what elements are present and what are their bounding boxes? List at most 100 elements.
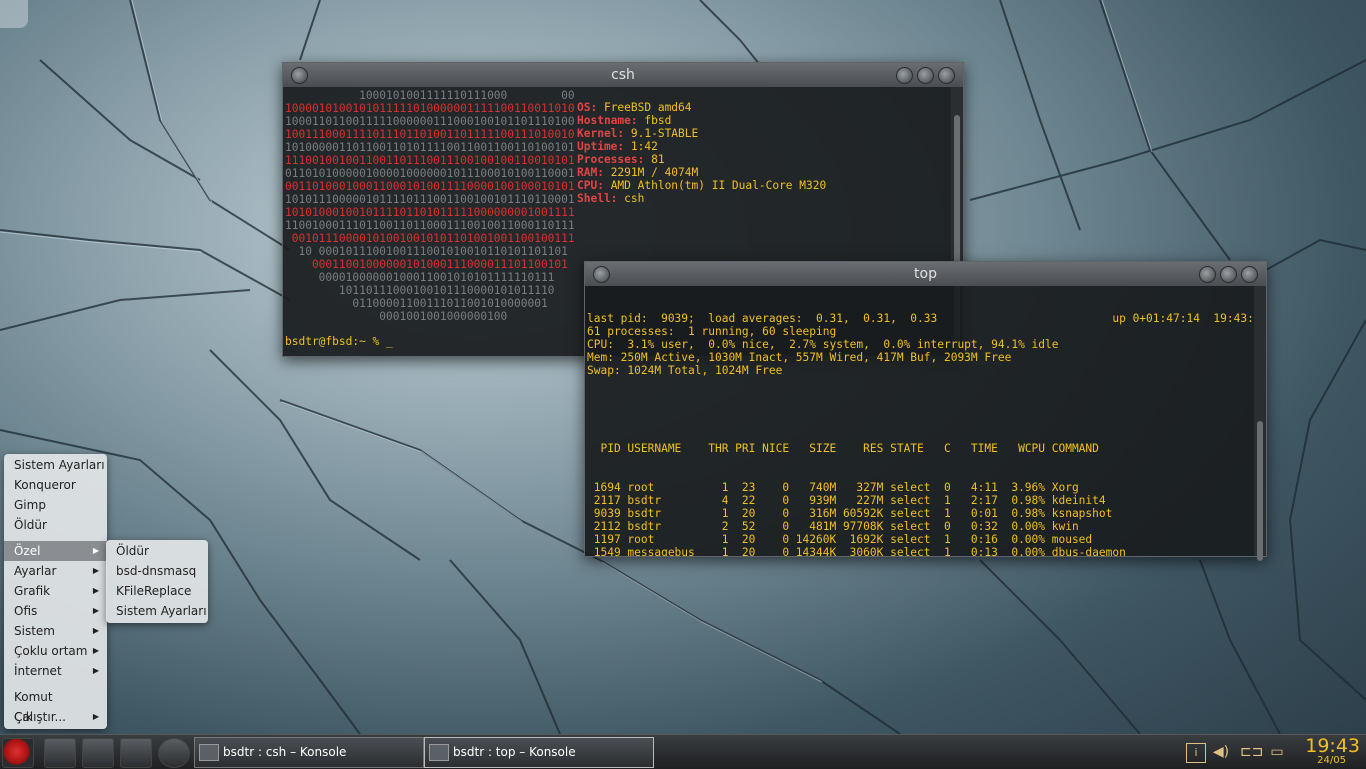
- menu-item-label: Sistem Ayarları: [14, 458, 105, 472]
- window-menu-icon[interactable]: [291, 67, 308, 84]
- menu-category[interactable]: Ayarlar ▶: [4, 561, 107, 581]
- info-key: OS:: [577, 101, 598, 114]
- dolphin-launcher-icon[interactable]: [44, 738, 76, 768]
- info-value: fbsd: [637, 114, 672, 127]
- menu-category[interactable]: İnternet ▶: [4, 661, 107, 681]
- info-key: CPU:: [577, 179, 604, 192]
- logo-line: 1100100011101100110110001110010011000110…: [285, 219, 575, 232]
- chevron-right-icon: ▶: [92, 626, 99, 635]
- volume-icon[interactable]: ◀): [1212, 743, 1230, 761]
- menu-item[interactable]: Öldür: [4, 515, 107, 535]
- submenu-item[interactable]: KFileReplace: [106, 581, 208, 601]
- menu-item-label: Sistem Ayarları: [116, 604, 207, 618]
- menu-item-label: Çoklu ortam: [14, 644, 88, 658]
- process-row: 2112 bsdtr 2 52 0 481M 97708K select 0 0…: [587, 520, 1079, 533]
- logo-line: 0001001001000000100: [285, 310, 508, 323]
- menu-category[interactable]: Grafik ▶: [4, 581, 107, 601]
- minimize-icon[interactable]: [1199, 266, 1216, 283]
- chevron-right-icon: ▶: [92, 666, 99, 675]
- info-value: csh: [617, 192, 645, 205]
- menu-item-label: Öldür: [14, 518, 47, 532]
- menu-category[interactable]: Sistem ▶: [4, 621, 107, 641]
- info-value: 2291M / 4074M: [603, 166, 699, 179]
- menu-category[interactable]: Özel ▶: [4, 541, 107, 561]
- logo-line: 0110101000001000010000001011100010100110…: [285, 167, 575, 180]
- network-icon[interactable]: ⊏⊐: [1240, 743, 1263, 761]
- media-launcher-icon[interactable]: [158, 738, 190, 768]
- process-row: 1197 root 1 20 0 14260K 1692K select 1 0…: [587, 533, 1093, 546]
- submenu-item[interactable]: Sistem Ayarları: [106, 601, 208, 621]
- info-row: OS: FreeBSD amd64: [577, 101, 826, 114]
- freebsd-ascii-logo: 1000101001111110111000 00 100001010010101…: [285, 89, 575, 323]
- menu-item[interactable]: Sistem Ayarları: [4, 455, 107, 475]
- info-row: Hostname: fbsd: [577, 114, 826, 127]
- maximize-icon[interactable]: [1220, 266, 1237, 283]
- top-konsole-window[interactable]: top last pid: 9039; load averages: 0.31,…: [584, 261, 1267, 561]
- menu-item-label: bsd-dnsmasq: [116, 564, 197, 578]
- logo-line: 10110111000100101110000101011110: [285, 284, 555, 297]
- menu-item-label: Ayarlar: [14, 564, 57, 578]
- info-row: Kernel: 9.1-STABLE: [577, 127, 826, 140]
- menu-item-label: Öldür: [116, 544, 149, 558]
- menu-item-label: Konqueror: [14, 478, 76, 492]
- logo-line: 1001110001111011101101001101111100111010…: [285, 128, 575, 141]
- logo-line: 1010000011011001101011110011001100110100…: [285, 141, 575, 154]
- info-key: Kernel:: [577, 127, 625, 140]
- battery-icon[interactable]: ▭: [1268, 743, 1286, 761]
- freebsd-launcher-icon[interactable]: [2, 738, 34, 768]
- browser-launcher-icon[interactable]: [82, 738, 114, 768]
- close-icon[interactable]: [938, 67, 955, 84]
- shell-prompt[interactable]: bsdtr@fbsd:~ % _: [285, 335, 393, 348]
- submenu-item[interactable]: Öldür: [106, 541, 208, 561]
- info-row: Shell: csh: [577, 192, 826, 205]
- logo-line: 1000110110011111000000111000100101101110…: [285, 115, 575, 128]
- info-key: Uptime:: [577, 140, 625, 153]
- konsole-launcher-icon[interactable]: [120, 738, 152, 768]
- chevron-right-icon: ▶: [92, 712, 99, 721]
- window-menu-icon[interactable]: [593, 266, 610, 283]
- menu-item-label: Grafik: [14, 584, 51, 598]
- menu-item[interactable]: Konqueror: [4, 475, 107, 495]
- chevron-right-icon: ▶: [92, 546, 99, 555]
- taskbar: bsdtr : csh – Konsole bsdtr : top – Kons…: [0, 734, 1366, 769]
- csh-titlebar[interactable]: csh: [283, 63, 963, 87]
- info-row: Processes: 81: [577, 153, 826, 166]
- clock[interactable]: 19:43: [1305, 736, 1360, 756]
- maximize-icon[interactable]: [917, 67, 934, 84]
- close-icon[interactable]: [1241, 266, 1258, 283]
- menu-item-label: Sistem: [14, 624, 55, 638]
- top-summary-line: Swap: 1024M Total, 1024M Free: [587, 364, 783, 377]
- minimize-icon[interactable]: [896, 67, 913, 84]
- info-key: Processes:: [577, 153, 645, 166]
- top-summary-line: last pid: 9039; load averages: 0.31, 0.3…: [587, 312, 1252, 325]
- info-key: Shell:: [577, 192, 618, 205]
- desktop-corner-button[interactable]: [0, 0, 28, 28]
- process-row: 2117 bsdtr 4 22 0 939M 227M select 1 2:1…: [587, 494, 1106, 507]
- menu-category[interactable]: Ofis ▶: [4, 601, 107, 621]
- menu-category[interactable]: Çoklu ortam ▶: [4, 641, 107, 661]
- menu-item[interactable]: Çık ▶: [4, 707, 107, 727]
- task-csh-konsole[interactable]: bsdtr : csh – Konsole: [194, 737, 424, 768]
- process-table-header: PID USERNAME THR PRI NICE SIZE RES STATE…: [587, 442, 1099, 455]
- top-summary: last pid: 9039; load averages: 0.31, 0.3…: [587, 312, 1252, 377]
- process-row: 1694 root 1 23 0 740M 327M select 0 4:11…: [587, 481, 1079, 494]
- menu-item[interactable]: Gimp: [4, 495, 107, 515]
- logo-line: 1110010010011001101110011100100100110010…: [285, 154, 575, 167]
- logo-line: 01100001100111011001010000001: [285, 297, 548, 310]
- top-titlebar[interactable]: top: [585, 262, 1266, 286]
- info-value: 1:42: [624, 140, 658, 153]
- scrollbar-thumb[interactable]: [1257, 421, 1263, 561]
- chevron-right-icon: ▶: [92, 606, 99, 615]
- chevron-right-icon: ▶: [92, 646, 99, 655]
- menu-item-label: Gimp: [14, 498, 46, 512]
- submenu-item[interactable]: bsd-dnsmasq: [106, 561, 208, 581]
- logo-line: 0011010001000110001010011110000100100010…: [285, 180, 575, 193]
- top-terminal[interactable]: last pid: 9039; load averages: 0.31, 0.3…: [585, 286, 1252, 556]
- konsole-icon: [199, 744, 219, 761]
- logo-line: 00001000000100011001010101111110111: [285, 271, 555, 284]
- menu-item[interactable]: Komut Çalıştır...: [4, 687, 107, 724]
- info-icon[interactable]: i: [1186, 743, 1206, 763]
- info-key: RAM:: [577, 166, 604, 179]
- top-scrollbar[interactable]: [1254, 286, 1266, 561]
- task-top-konsole[interactable]: bsdtr : top – Konsole: [424, 737, 654, 768]
